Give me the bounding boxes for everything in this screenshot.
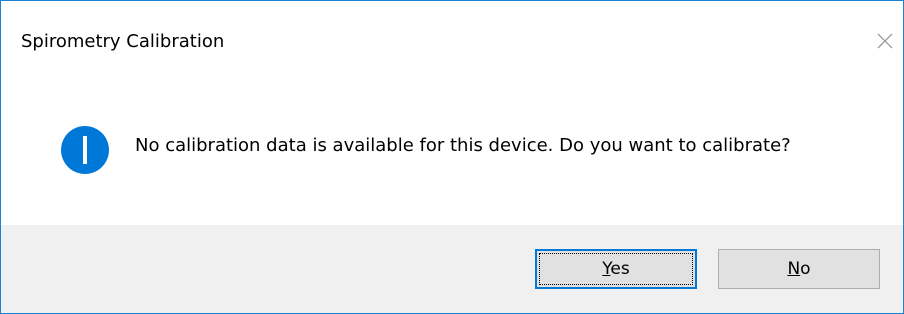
no-button[interactable]: No: [718, 249, 880, 289]
yes-button-label: Yes: [602, 259, 630, 279]
button-bar: Yes No: [1, 225, 903, 313]
close-icon: [877, 33, 893, 49]
info-icon: [57, 122, 113, 178]
message-dialog: Spirometry Calibration No calibration da…: [0, 0, 904, 314]
dialog-content: No calibration data is available for thi…: [1, 81, 903, 225]
title-bar[interactable]: Spirometry Calibration: [1, 1, 903, 81]
close-button[interactable]: [865, 21, 903, 59]
dialog-message: No calibration data is available for thi…: [135, 135, 791, 156]
no-button-label: No: [787, 259, 811, 279]
dialog-title: Spirometry Calibration: [21, 31, 225, 52]
yes-button[interactable]: Yes: [535, 249, 697, 289]
